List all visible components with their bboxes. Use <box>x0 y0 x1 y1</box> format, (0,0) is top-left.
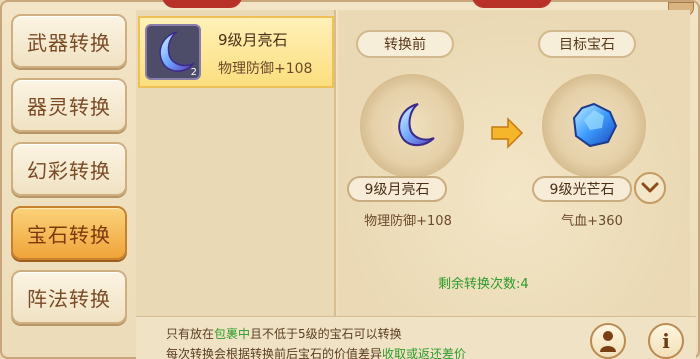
tab-formation-convert[interactable]: 阵法转换 <box>11 270 127 324</box>
tab-weapon-convert[interactable]: 武器转换 <box>11 14 127 68</box>
target-dropdown-button[interactable] <box>634 172 666 204</box>
chevron-down-icon <box>641 182 659 193</box>
figure-icon <box>600 331 616 352</box>
arrow-right-icon <box>491 117 524 149</box>
footer-highlight: 包裹中 <box>214 327 251 341</box>
before-gem-stat: 物理防御+108 <box>364 214 452 229</box>
footer-text: 只有放在 <box>166 327 215 341</box>
info-button[interactable]: i <box>648 323 684 359</box>
tab-label: 宝石转换 <box>27 222 111 247</box>
footer-info: 只有放在包裹中且不低于5级的宝石可以转换 每次转换会根据转换前后宝石的价值差异收… <box>136 316 696 359</box>
info-icon: i <box>662 329 670 353</box>
tab-label: 幻彩转换 <box>27 158 111 183</box>
item-name: 9级月亮石 <box>218 31 288 49</box>
item-count-badge: 2 <box>190 67 197 78</box>
radiant-stone-icon <box>572 102 618 148</box>
convert-area: 转换前 目标宝石 9级月亮石 9级光芒石 物理防御+108 气血+360 剩余转… <box>338 10 690 316</box>
before-gem-name: 9级月亮石 <box>347 176 447 202</box>
item-stat: 物理防御+108 <box>218 61 313 77</box>
target-label: 目标宝石 <box>538 30 636 58</box>
remaining-count: 剩余转换次数:4 <box>438 277 529 292</box>
tab-label: 器灵转换 <box>27 94 111 119</box>
item-slot: 2 <box>145 24 201 80</box>
target-gem-name-text: 9级光芒石 <box>549 182 615 198</box>
target-gem-stat: 气血+360 <box>561 214 623 229</box>
top-decoration-right <box>472 0 552 8</box>
target-label-text: 目标宝石 <box>559 37 615 53</box>
footer-text: 每次转换会根据转换前后宝石的价值差异 <box>166 347 383 359</box>
target-gem-slot[interactable] <box>542 74 646 178</box>
footer-highlight: 收取或返还差价 <box>382 347 467 359</box>
before-label: 转换前 <box>356 30 454 58</box>
sidebar: 武器转换 器灵转换 幻彩转换 宝石转换 阵法转换 <box>0 0 138 359</box>
help-button[interactable] <box>590 323 626 359</box>
tab-label: 阵法转换 <box>27 286 111 311</box>
tab-gem-convert[interactable]: 宝石转换 <box>11 206 127 260</box>
tab-label: 武器转换 <box>27 30 111 55</box>
before-label-text: 转换前 <box>384 37 426 53</box>
footer-text: 且不低于5级的宝石可以转换 <box>250 327 402 341</box>
before-gem-name-text: 9级月亮石 <box>364 182 430 198</box>
target-gem-select[interactable]: 9级光芒石 <box>532 176 632 202</box>
tab-spirit-convert[interactable]: 器灵转换 <box>11 78 127 132</box>
footer-line-2: 每次转换会根据转换前后宝石的价值差异收取或返还差价 <box>166 345 466 359</box>
moonstone-icon <box>398 103 435 146</box>
top-decoration-left <box>162 0 242 8</box>
before-gem-slot[interactable] <box>360 74 464 178</box>
footer-line-1: 只有放在包裹中且不低于5级的宝石可以转换 <box>166 325 402 342</box>
gem-list-panel: 2 9级月亮石 物理防御+108 <box>136 10 336 316</box>
list-item[interactable]: 2 9级月亮石 物理防御+108 <box>138 16 334 88</box>
tab-color-convert[interactable]: 幻彩转换 <box>11 142 127 196</box>
